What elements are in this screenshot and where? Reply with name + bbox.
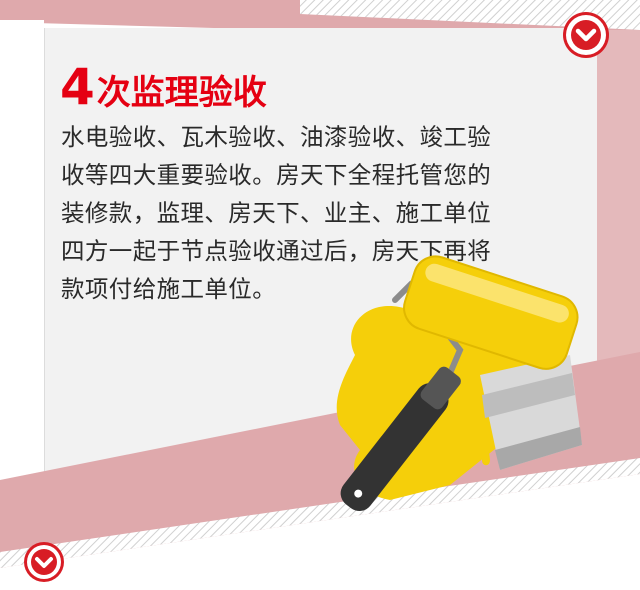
title-number: 4	[60, 58, 95, 116]
description-line: 装修款，监理、房天下、业主、施工单位	[61, 199, 492, 227]
scroll-down-button[interactable]	[563, 12, 609, 58]
scroll-down-button[interactable]	[24, 542, 64, 582]
page-title: 4 次监理验收	[60, 62, 267, 113]
description-line: 收等四大重要验收。房天下全程托管您的	[61, 161, 492, 189]
chevron-down-icon	[27, 545, 61, 579]
page: 4 次监理验收 水电验收、瓦木验收、油漆验收、竣工验 收等四大重要验收。房天下全…	[0, 0, 640, 590]
description-line: 水电验收、瓦木验收、油漆验收、竣工验	[61, 123, 492, 151]
paint-roller-icon	[336, 255, 582, 512]
chevron-down-icon	[566, 15, 606, 55]
title-text: 次监理验收	[96, 73, 267, 113]
